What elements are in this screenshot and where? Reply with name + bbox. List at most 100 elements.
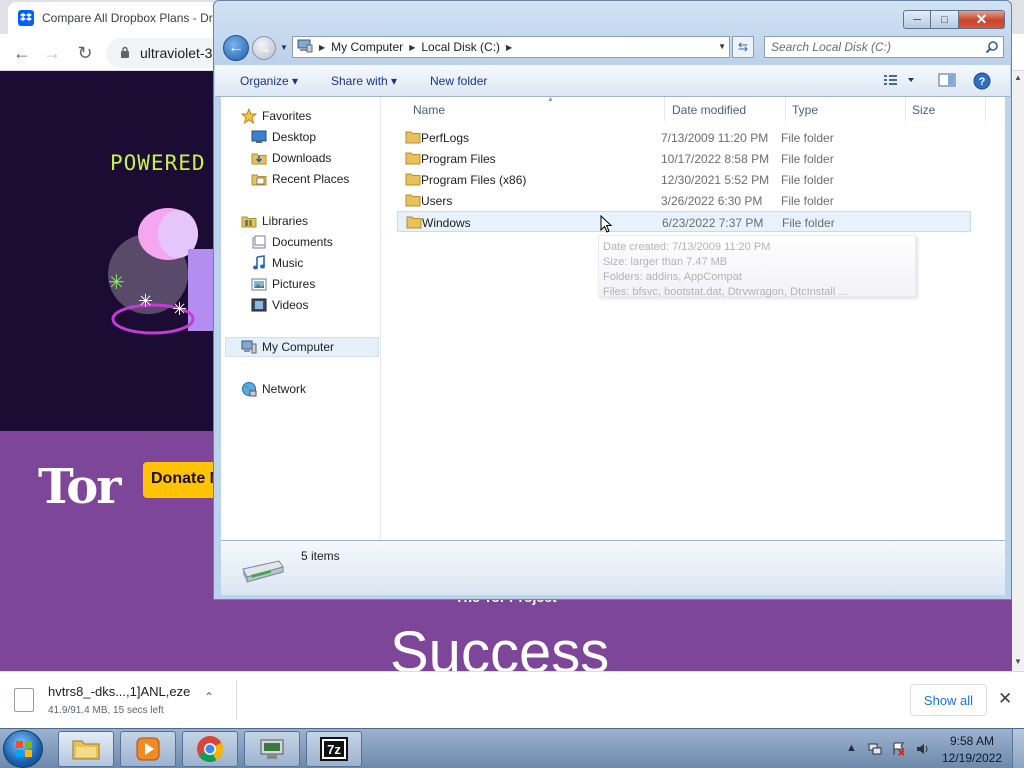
browser-tab[interactable]: Compare All Dropbox Plans - Dr (8, 2, 218, 34)
help-icon[interactable]: ? (973, 72, 991, 93)
tooltip-folders: Folders: addins, AppCompat (603, 271, 742, 283)
nav-videos[interactable]: Videos (251, 295, 308, 315)
folder-icon (405, 131, 421, 144)
close-window-button[interactable]: ✕ (959, 10, 1005, 29)
download-divider (236, 680, 237, 720)
file-type: File folder (782, 216, 835, 230)
nav-favorites[interactable]: Favorites (241, 106, 311, 126)
tor-logo: Tor (38, 459, 122, 515)
nav-libraries[interactable]: Libraries (241, 211, 308, 231)
organize-button[interactable]: Organize ▾ (240, 74, 298, 88)
nav-downloads[interactable]: Downloads (251, 148, 331, 168)
nav-music-label: Music (272, 256, 304, 270)
file-name: Program Files (421, 152, 496, 166)
forward-arrow-icon[interactable]: → (39, 40, 65, 66)
folder-icon (405, 152, 421, 165)
nav-network[interactable]: Network (241, 379, 306, 399)
scroll-down-arrow-icon[interactable]: ▼ (1014, 657, 1022, 667)
nav-recent-places-label: Recent Places (272, 172, 350, 186)
clock-date[interactable]: 12/19/2022 (942, 751, 1002, 765)
share-with-button[interactable]: Share with ▾ (331, 74, 397, 88)
scroll-up-arrow-icon[interactable]: ▲ (1014, 73, 1022, 83)
file-row[interactable]: PerfLogs 7/13/2009 11:20 PM File folder (397, 127, 971, 148)
svg-text:✳: ✳ (172, 299, 187, 319)
file-row[interactable]: Program Files (x86) 12/30/2021 5:52 PM F… (397, 169, 971, 190)
item-count: 5 items (301, 549, 340, 563)
nav-favorites-label: Favorites (262, 109, 312, 123)
clock-time[interactable]: 9:58 AM (950, 734, 994, 748)
reload-icon[interactable]: ↻ (72, 40, 98, 66)
seven-zip-icon: 7z (320, 737, 348, 761)
refresh-icon[interactable]: ⇆ (732, 36, 754, 58)
search-box[interactable] (764, 36, 1004, 58)
taskbar-network-tool-button[interactable] (244, 731, 300, 767)
file-date: 10/17/2022 8:58 PM (661, 152, 770, 166)
show-desktop-button[interactable] (1012, 729, 1024, 768)
column-header-name[interactable]: Name ▲ (407, 96, 665, 121)
new-folder-button[interactable]: New folder (430, 74, 487, 88)
file-row[interactable]: Program Files 10/17/2022 8:58 PM File fo… (397, 148, 971, 169)
history-dropdown-icon[interactable]: ▼ (280, 43, 288, 52)
file-date: 7/13/2009 11:20 PM (661, 131, 769, 145)
breadcrumb-local-disk[interactable]: Local Disk (C:) (421, 40, 500, 54)
nav-libraries-label: Libraries (262, 214, 309, 228)
column-header-size[interactable]: Size (906, 97, 986, 121)
breadcrumb-my-computer[interactable]: My Computer (331, 40, 403, 54)
nav-desktop[interactable]: Desktop (251, 127, 316, 147)
network-icon (241, 381, 257, 397)
file-row[interactable]: Users 3/26/2022 6:30 PM File folder (397, 190, 971, 211)
column-header-type[interactable]: Type (786, 97, 906, 121)
show-all-button[interactable]: Show all (910, 684, 987, 716)
page-scrollbar[interactable]: ▲ ▼ (1012, 71, 1024, 671)
network-tool-icon (260, 739, 284, 759)
nav-recent-places[interactable]: Recent Places (251, 169, 349, 189)
address-dropdown-icon[interactable]: ▼ (718, 42, 726, 51)
show-hidden-icons-icon[interactable]: ▲ (846, 742, 857, 754)
taskbar-explorer-button[interactable] (58, 731, 114, 767)
volume-icon[interactable] (916, 742, 930, 759)
details-pane: 5 items (221, 540, 1005, 595)
nav-my-computer[interactable]: My Computer (225, 337, 379, 357)
videos-icon (251, 297, 267, 313)
nav-documents[interactable]: Documents (251, 232, 333, 252)
preview-pane-icon[interactable] (938, 72, 956, 91)
tooltip-size: Size: larger than 7.47 MB (603, 256, 728, 268)
nav-pictures-label: Pictures (272, 277, 316, 291)
nav-music[interactable]: Music (251, 253, 303, 273)
download-file-name[interactable]: hvtrs8_-dks...,1]ANL,eze (48, 684, 190, 699)
breadcrumb-arrow-icon[interactable]: ▶ (506, 43, 512, 52)
success-heading: Success (390, 620, 610, 671)
donate-button[interactable]: Donate N (143, 462, 223, 498)
breadcrumb-arrow-icon[interactable]: ▶ (409, 43, 415, 52)
taskbar-media-player-button[interactable] (120, 731, 176, 767)
search-icon[interactable] (985, 40, 999, 54)
mouse-cursor-icon (600, 215, 612, 233)
action-center-icon[interactable] (892, 742, 906, 759)
start-button[interactable] (3, 730, 43, 768)
back-arrow-icon[interactable]: ← (9, 40, 35, 66)
nav-videos-label: Videos (272, 298, 309, 312)
breadcrumb-arrow-icon[interactable]: ▶ (319, 43, 325, 52)
powered-text: POWERED (110, 151, 206, 175)
nav-pictures[interactable]: Pictures (251, 274, 315, 294)
file-row-hovered[interactable]: Windows 6/23/2022 7:37 PM File folder (397, 211, 971, 232)
close-icon[interactable]: ✕ (998, 689, 1012, 709)
search-input[interactable] (765, 37, 975, 57)
tooltip-files: Files: bfsvc, bootstat.dat, Dtrvwragon, … (603, 286, 848, 298)
download-file-icon (14, 688, 34, 712)
taskbar-7zip-button[interactable]: 7z (306, 731, 362, 767)
media-player-icon (136, 737, 160, 761)
maximize-button[interactable]: □ (931, 10, 959, 29)
view-options-icon[interactable] (883, 72, 917, 91)
folder-icon (405, 194, 421, 207)
pictures-icon (251, 276, 267, 292)
back-button[interactable]: ← (223, 35, 249, 61)
taskbar-chrome-button[interactable] (182, 731, 238, 767)
address-breadcrumb[interactable]: ▶ My Computer ▶ Local Disk (C:) ▶ ▼ (292, 36, 730, 58)
column-header-date[interactable]: Date modified (666, 97, 786, 121)
network-status-icon[interactable] (868, 742, 882, 759)
minimize-button[interactable]: ─ (903, 10, 931, 29)
chevron-up-icon[interactable]: ⌃ (204, 690, 214, 704)
computer-icon (241, 339, 257, 355)
forward-button[interactable]: → (252, 36, 276, 60)
